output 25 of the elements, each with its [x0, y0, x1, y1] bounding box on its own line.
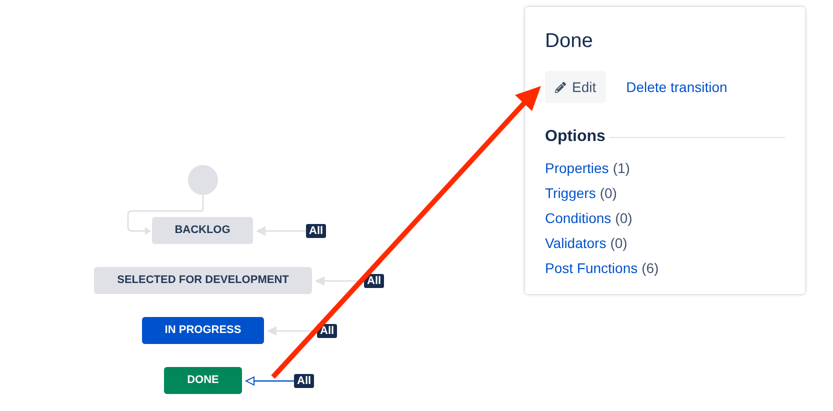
transition-arrow[interactable]: [315, 276, 364, 286]
transition-arrow[interactable]: [245, 376, 294, 386]
status-node[interactable]: SELECTED FOR DEVELOPMENT: [94, 267, 312, 294]
edit-button[interactable]: Edit: [545, 71, 606, 103]
option-link[interactable]: Triggers: [545, 184, 596, 203]
transition-label[interactable]: All: [364, 274, 384, 288]
status-node[interactable]: IN PROGRESS: [142, 317, 264, 344]
option-count: (0): [600, 184, 617, 203]
option-link[interactable]: Validators: [545, 234, 606, 253]
option-count: (0): [615, 209, 632, 228]
transition-label[interactable]: All: [306, 224, 326, 238]
pencil-icon: [555, 82, 566, 92]
status-node[interactable]: BACKLOG: [152, 217, 253, 244]
option-link[interactable]: Conditions: [545, 209, 612, 228]
options-heading: Options: [545, 127, 606, 147]
option-link[interactable]: Post Functions: [545, 259, 638, 278]
option-link[interactable]: Properties: [545, 159, 609, 178]
option-count: (0): [610, 234, 628, 253]
panel-title: Done: [545, 29, 593, 53]
transition-label[interactable]: All: [294, 374, 314, 388]
option-count: (6): [642, 259, 659, 278]
status-node[interactable]: DONE: [164, 367, 242, 394]
option-count: (1): [612, 159, 630, 178]
start-node: [188, 165, 218, 195]
delete-transition-link[interactable]: Delete transition: [626, 76, 728, 98]
